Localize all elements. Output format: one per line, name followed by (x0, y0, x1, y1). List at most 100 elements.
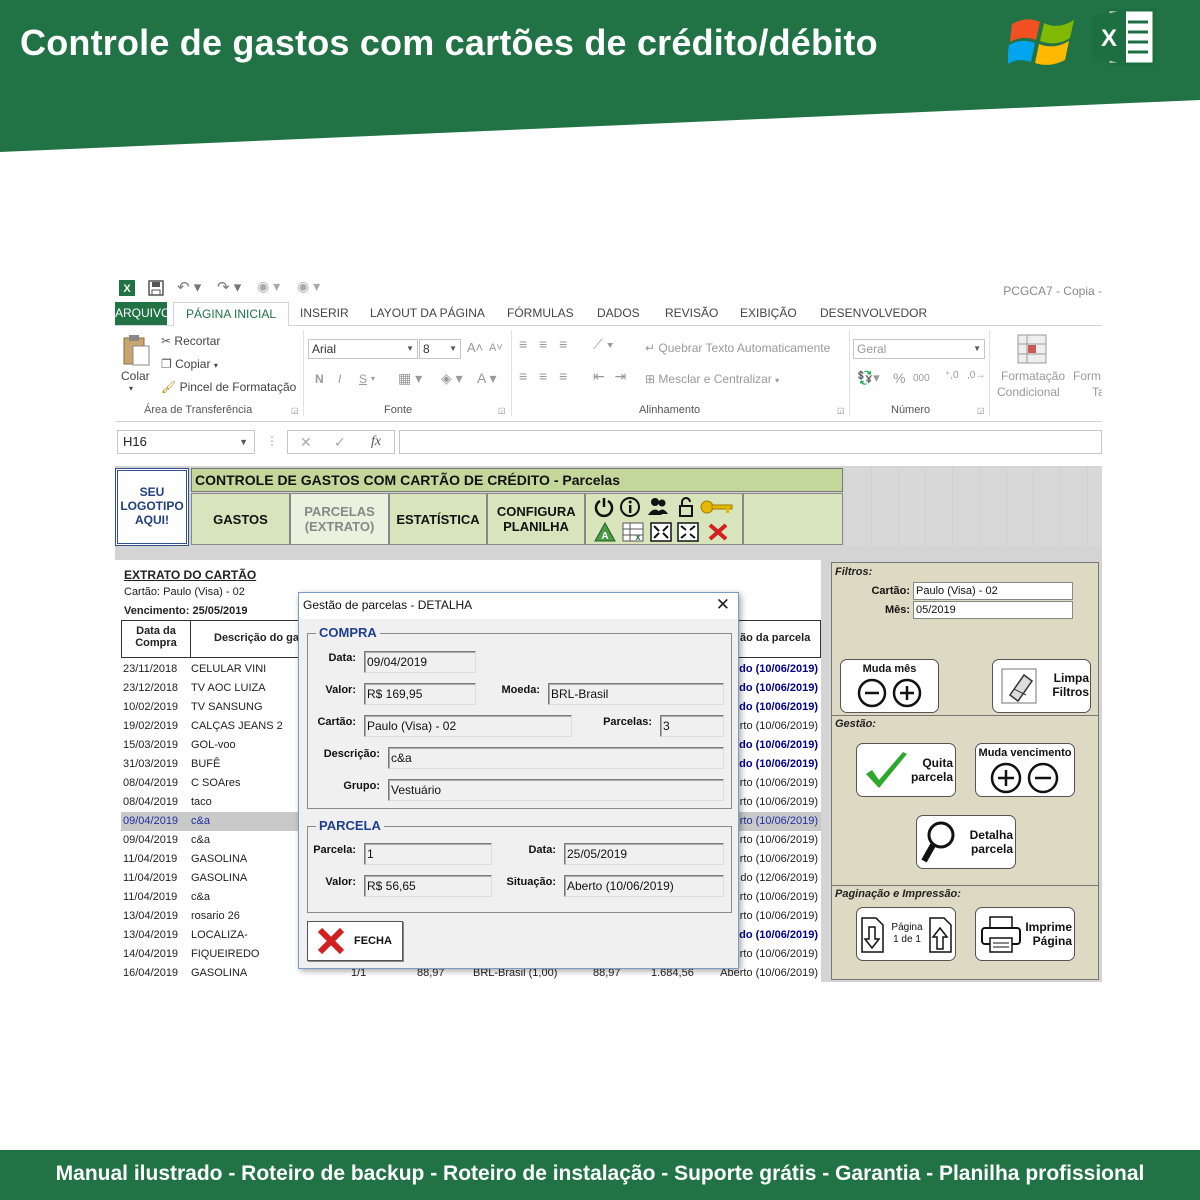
copy-button[interactable]: ❐ Copiar ▾ (161, 357, 218, 371)
format-table-label-2[interactable]: Ta (1092, 385, 1102, 399)
conditional-format-label-1[interactable]: Formatação (1001, 369, 1065, 383)
pagina-button[interactable]: Página 1 de 1 (856, 907, 956, 961)
formula-input[interactable] (399, 430, 1102, 454)
muda-mes-button[interactable]: Muda mês (840, 659, 939, 713)
row-description: GOL-voo (191, 739, 236, 751)
compra-cartao-input[interactable]: Paulo (Visa) - 02 (364, 715, 572, 737)
orientation-icon[interactable]: ⟋ ▾ (593, 336, 614, 353)
name-box[interactable]: H16 ▼ (117, 430, 255, 454)
formula-options-icon[interactable]: ⋮ (266, 434, 278, 448)
font-name-select[interactable]: Arial ▼ (308, 339, 418, 359)
format-table-label-1[interactable]: Form (1073, 369, 1101, 383)
nav-gastos-button[interactable]: GASTOS (191, 493, 290, 545)
detalha-parcela-button[interactable]: Detalha parcela (916, 815, 1016, 869)
triangle-a-icon[interactable]: A (594, 522, 616, 542)
conditional-format-label-2[interactable]: Condicional (997, 385, 1060, 399)
compra-descricao-input[interactable]: c&a (388, 747, 724, 769)
thousands-button[interactable]: 000 (913, 373, 930, 384)
shrink-window-icon[interactable] (650, 522, 672, 542)
cancel-icon[interactable]: ✕ (300, 434, 312, 451)
clipboard-launcher-icon[interactable]: ◲ (291, 406, 299, 415)
tab-arquivo[interactable]: ARQUIVO (115, 302, 170, 325)
grow-font-icon[interactable]: A˄ (467, 340, 483, 355)
font-size-select[interactable]: 8 ▼ (419, 339, 461, 359)
filter-cartao-field[interactable]: Paulo (Visa) - 02 (913, 582, 1073, 600)
compra-data-input[interactable]: 09/04/2019 (364, 651, 476, 673)
conditional-format-icon[interactable] (1017, 334, 1047, 364)
touch-mode-icon[interactable]: ◉ ▾ (257, 278, 280, 295)
underline-button[interactable]: S (359, 372, 367, 386)
parcela-data-input[interactable]: 25/05/2019 (564, 843, 724, 865)
nav-estatistica-button[interactable]: ESTATÍSTICA (389, 493, 487, 545)
info-icon[interactable] (619, 496, 641, 518)
number-launcher-icon[interactable]: ◲ (977, 406, 985, 415)
font-color-icon[interactable]: A ▾ (477, 370, 496, 387)
indent-icons[interactable]: ⇤ ⇥ (593, 368, 629, 385)
font-launcher-icon[interactable]: ◲ (498, 406, 506, 415)
enter-icon[interactable]: ✓ (334, 434, 346, 451)
excel-export-icon[interactable]: x (622, 522, 644, 542)
redo-icon[interactable]: ↷ ▾ (217, 278, 241, 296)
tab-desenvolvedor[interactable]: DESENVOLVEDOR (820, 306, 927, 320)
compra-valor-input[interactable]: R$ 169,95 (364, 683, 476, 705)
tab-layout-da-pagina[interactable]: LAYOUT DA PÁGINA (370, 306, 485, 320)
underline-dropdown-icon[interactable]: ▾ (371, 374, 375, 383)
wrap-text-button[interactable]: ↵ Quebrar Texto Automaticamente (645, 341, 830, 355)
customize-qat-icon[interactable]: ◉ ▾ (297, 278, 320, 295)
bold-button[interactable]: N (315, 372, 324, 386)
format-painter-button[interactable]: 🖌 Pincel de Formatação (161, 380, 296, 394)
row-description: c&a (191, 815, 210, 827)
row-date: 08/04/2019 (123, 777, 179, 789)
paste-icon[interactable] (122, 334, 150, 366)
vertical-align-icons[interactable]: ≡ ≡ ≡ (519, 336, 571, 352)
merge-center-button[interactable]: ⊞ Mesclar e Centralizar ▾ (645, 372, 779, 386)
save-icon[interactable] (148, 280, 164, 296)
compra-parcelas-input[interactable]: 3 (660, 715, 724, 737)
paste-dropdown-icon[interactable]: ▾ (129, 384, 133, 393)
row-description: CALÇAS JEANS 2 (191, 720, 283, 732)
cut-button[interactable]: ✂ Recortar (161, 334, 220, 348)
nav-parcelas-button[interactable]: PARCELAS (EXTRATO) (290, 493, 389, 545)
alignment-launcher-icon[interactable]: ◲ (837, 406, 845, 415)
dialog-close-icon[interactable]: ✕ (716, 596, 730, 614)
italic-button[interactable]: I (338, 372, 341, 386)
currency-icon[interactable]: 💱▾ (857, 370, 880, 386)
tab-inserir[interactable]: INSERIR (300, 306, 349, 320)
horizontal-align-icons[interactable]: ≡ ≡ ≡ (519, 368, 571, 384)
percent-button[interactable]: % (893, 370, 905, 386)
tab-formulas[interactable]: FÓRMULAS (507, 306, 574, 320)
muda-vencimento-button[interactable]: Muda vencimento (975, 743, 1075, 797)
borders-icon[interactable]: ▦ ▾ (398, 370, 422, 387)
imprime-pagina-button[interactable]: Imprime Página (975, 907, 1075, 961)
lock-icon[interactable] (675, 496, 697, 518)
tab-exibicao[interactable]: EXIBIÇÃO (740, 306, 797, 320)
increase-decimal-icon[interactable]: ⁺,0 (945, 370, 959, 381)
shrink-font-icon[interactable]: A˅ (489, 342, 503, 354)
tab-dados[interactable]: DADOS (597, 306, 640, 320)
tab-pagina-inicial[interactable]: PÁGINA INICIAL (173, 302, 290, 327)
detalha-dialog: Gestão de parcelas - DETALHA ✕ COMPRA Da… (298, 592, 739, 969)
quita-parcela-button[interactable]: Quita parcela (856, 743, 956, 797)
paste-button[interactable]: Colar (121, 369, 150, 383)
close-red-x-icon[interactable] (707, 522, 729, 542)
section-divider (832, 715, 1098, 716)
compra-moeda-input[interactable]: BRL-Brasil (548, 683, 724, 705)
decrease-decimal-icon[interactable]: ,0→ (967, 370, 985, 381)
tab-revisao[interactable]: REVISÃO (665, 306, 718, 320)
key-icon[interactable] (699, 498, 735, 516)
fecha-button[interactable]: FECHA (307, 921, 403, 961)
filter-mes-field[interactable]: 05/2019 (913, 601, 1073, 619)
power-icon[interactable] (593, 496, 615, 518)
limpa-filtros-button[interactable]: Limpa Filtros (992, 659, 1091, 713)
undo-icon[interactable]: ↶ ▾ (177, 278, 201, 296)
parcela-situacao-input[interactable]: Aberto (10/06/2019) (564, 875, 724, 897)
number-format-select[interactable]: Geral ▼ (853, 339, 985, 359)
parcela-valor-input[interactable]: R$ 56,65 (364, 875, 492, 897)
compra-grupo-input[interactable]: Vestuário (388, 779, 724, 801)
insert-function-icon[interactable]: fx (371, 434, 381, 450)
parcela-numero-input[interactable]: 1 (364, 843, 492, 865)
fill-color-icon[interactable]: ◈ ▾ (441, 370, 463, 387)
expand-window-icon[interactable] (677, 522, 699, 542)
users-icon[interactable] (647, 496, 669, 518)
nav-configura-button[interactable]: CONFIGURA PLANILHA (487, 493, 585, 545)
